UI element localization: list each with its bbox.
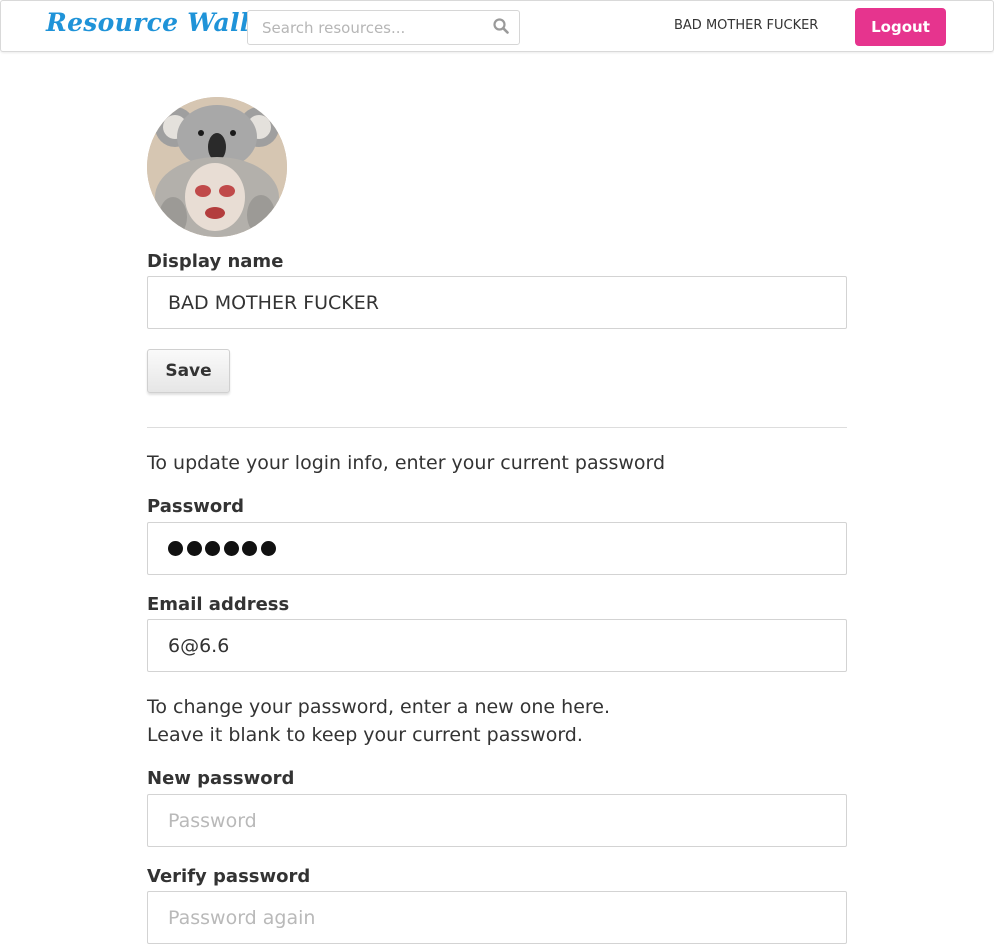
search-box: [247, 10, 520, 45]
search-input[interactable]: [248, 11, 488, 44]
search-icon[interactable]: [492, 17, 510, 35]
new-password-input[interactable]: [148, 795, 846, 846]
new-password-label: New password: [147, 768, 295, 789]
verify-password-input[interactable]: [148, 892, 846, 943]
save-button[interactable]: Save: [147, 349, 230, 393]
logout-button[interactable]: Logout: [855, 8, 946, 46]
display-name-label: Display name: [147, 251, 284, 272]
user-avatar[interactable]: [147, 97, 287, 237]
display-name-field: [147, 276, 847, 329]
verify-password-label: Verify password: [147, 866, 311, 887]
new-password-field: [147, 794, 847, 847]
verify-password-field: [147, 891, 847, 944]
user-avatar-photo: [147, 97, 287, 237]
login-info-intro: To update your login info, enter your cu…: [147, 452, 666, 474]
email-label: Email address: [147, 594, 290, 615]
display-name-input[interactable]: [148, 277, 846, 328]
password-label: Password: [147, 496, 245, 517]
brand-logo[interactable]: Resource Wall: [46, 8, 250, 37]
navbar: Resource Wall BAD MOTHER FUCKER Logout: [0, 0, 994, 52]
divider: [147, 427, 847, 428]
nav-user-name[interactable]: BAD MOTHER FUCKER: [674, 18, 818, 33]
change-password-hint-line1: To change your password, enter a new one…: [147, 696, 611, 718]
change-password-hint-line2: Leave it blank to keep your current pass…: [147, 724, 583, 746]
password-masked-value: [168, 541, 279, 559]
email-field: [147, 619, 847, 672]
email-input[interactable]: [148, 620, 846, 671]
